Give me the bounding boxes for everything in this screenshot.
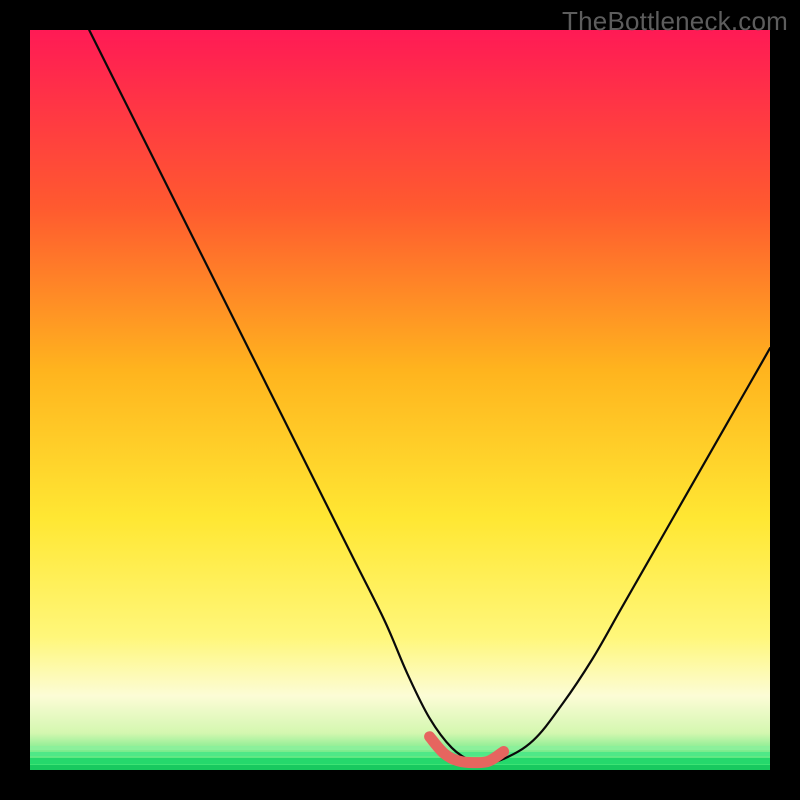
chart-frame: TheBottleneck.com (0, 0, 800, 800)
chart-plot-area (30, 30, 770, 770)
bottleneck-curve (89, 30, 770, 764)
valley-highlight (430, 737, 504, 763)
chart-curve-layer (30, 30, 770, 770)
